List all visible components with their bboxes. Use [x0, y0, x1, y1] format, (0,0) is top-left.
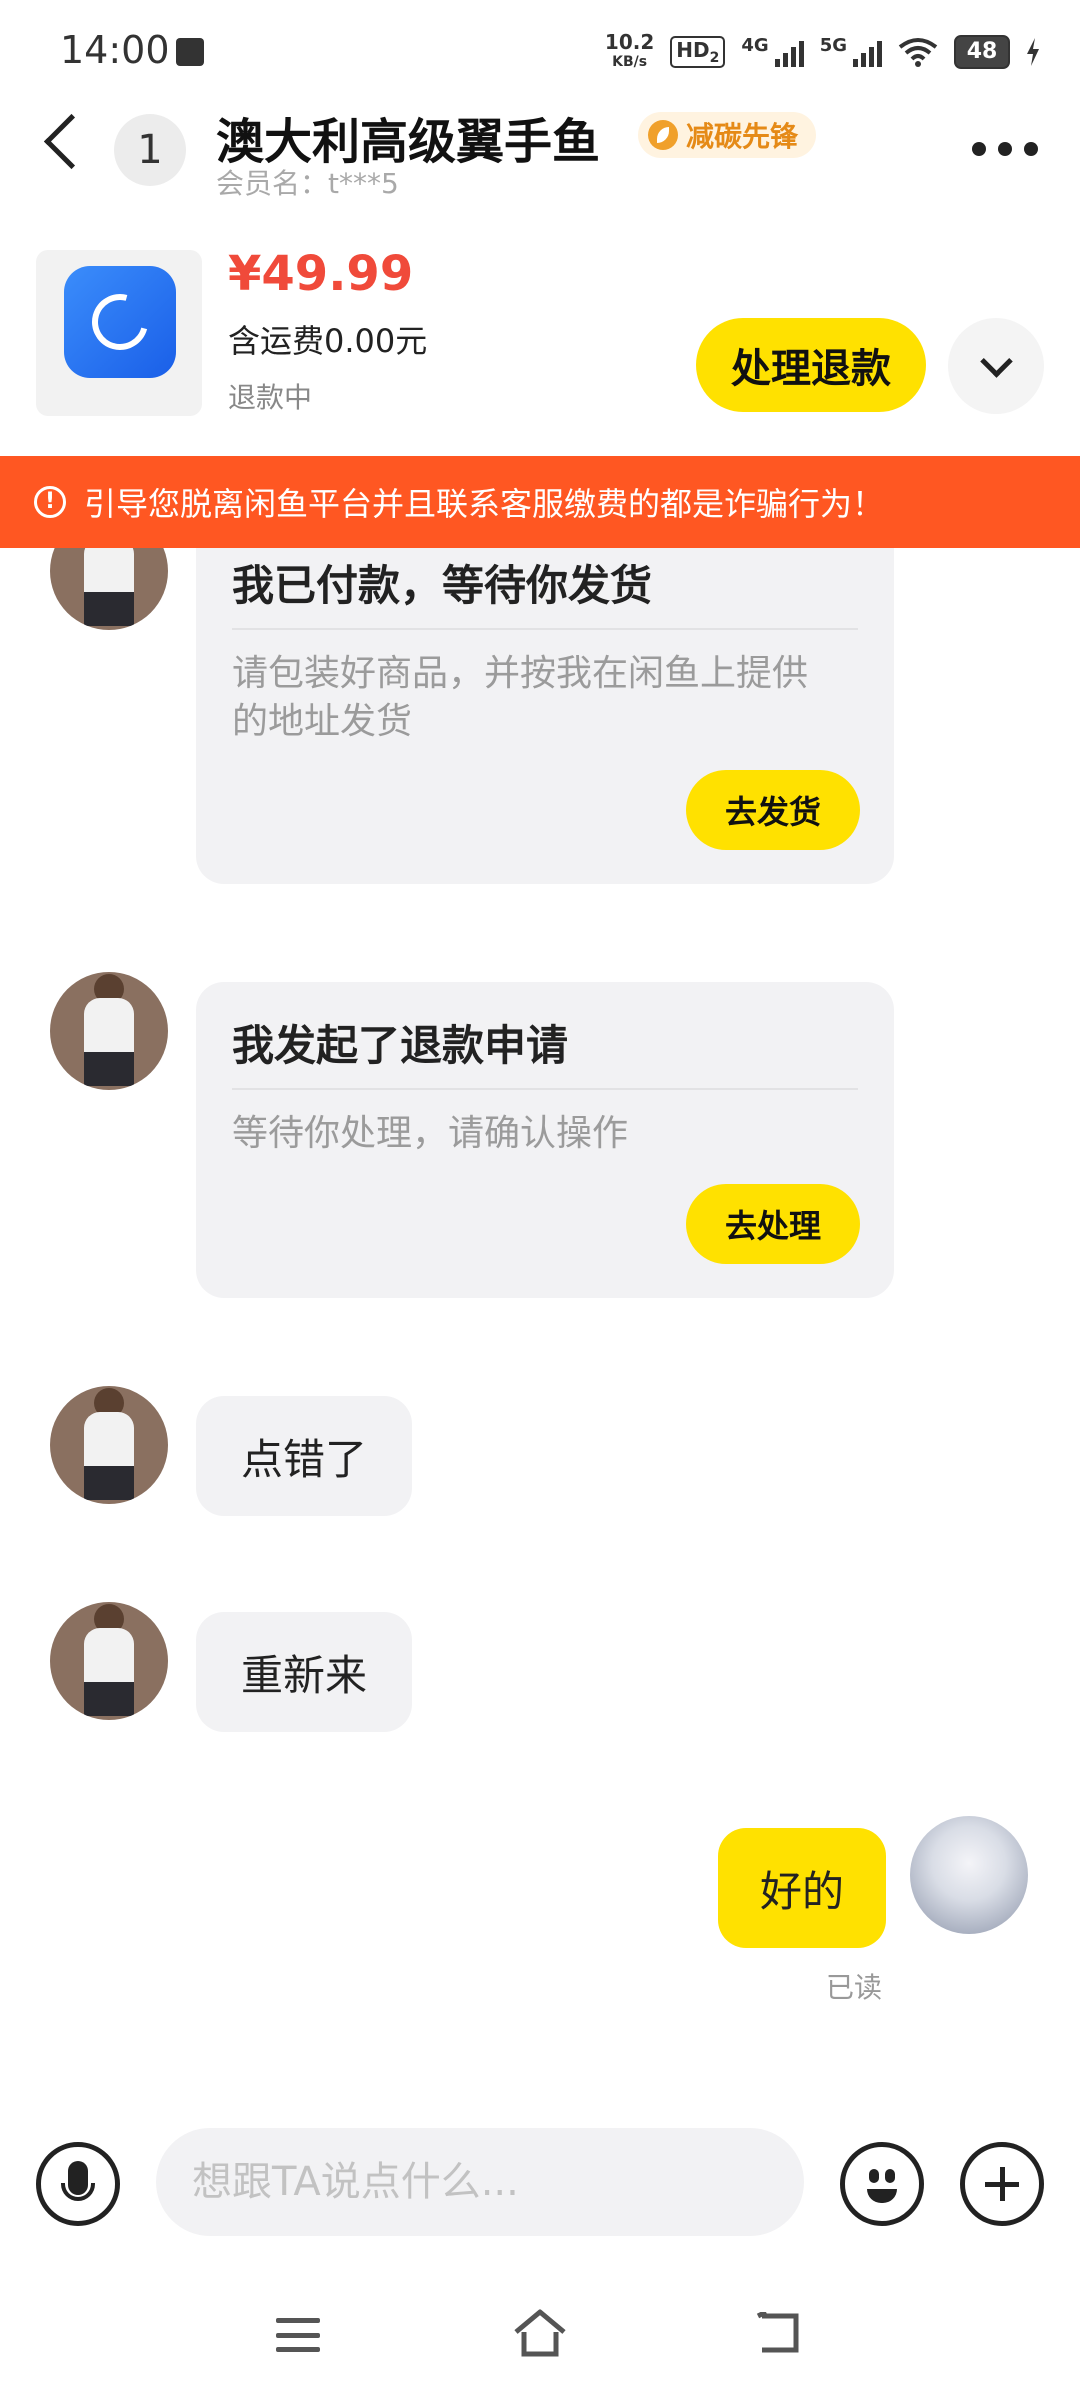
card-title: 我发起了退款申请 [232, 1021, 569, 1070]
sig1-label: 4G [741, 34, 769, 56]
refund-request-card: 我发起了退款申请 等待你处理，请确认操作 去处理 [196, 982, 894, 1298]
my-avatar[interactable] [910, 1816, 1028, 1934]
leaf-icon [648, 120, 678, 150]
product-app-icon [64, 266, 176, 378]
back-icon[interactable] [43, 113, 100, 170]
status-time: 14:00 [60, 28, 170, 72]
signal-5g-icon [853, 37, 882, 67]
home-icon[interactable] [512, 2308, 568, 2358]
card-text: 请包装好商品，并按我在闲鱼上提供的地址发货 [232, 653, 809, 742]
sig2-label: 5G [819, 34, 847, 56]
message-bubble: 重新来 [196, 1612, 412, 1732]
net-speed-unit: KB/s [612, 54, 648, 70]
hd-sub: 2 [709, 50, 720, 66]
notification-icon [176, 38, 204, 66]
card-divider [232, 1088, 858, 1090]
handle-refund-button[interactable]: 处理退款 [696, 318, 926, 412]
product-status: 退款中 [228, 381, 313, 414]
avatar[interactable] [50, 1602, 168, 1720]
avatar[interactable] [50, 1386, 168, 1504]
warning-text: 引导您脱离闲鱼平台并且联系客服缴费的都是诈骗行为！ [84, 485, 885, 523]
card-text: 等待你处理，请确认操作 [232, 1113, 629, 1154]
carbon-tag-label: 减碳先锋 [686, 120, 799, 153]
card-divider [232, 628, 858, 630]
product-price: ¥49.99 [228, 246, 414, 302]
back-nav-icon[interactable] [756, 2312, 804, 2356]
hd-icon: HD2 [670, 36, 726, 68]
process-button[interactable]: 去处理 [686, 1184, 860, 1264]
card-title: 我已付款，等待你发货 [232, 561, 653, 610]
carbon-tag[interactable]: 减碳先锋 [638, 112, 817, 158]
warning-icon: ! [34, 486, 66, 518]
emoji-icon[interactable] [840, 2142, 924, 2226]
signal-4g-icon [774, 37, 804, 67]
avatar[interactable] [50, 972, 168, 1090]
wifi-icon [898, 38, 938, 67]
hd-label: HD [676, 38, 710, 62]
expand-button[interactable] [948, 318, 1044, 414]
charging-icon [1027, 38, 1039, 66]
net-speed-value: 10.2 [604, 30, 655, 54]
unread-count-badge: 1 [114, 114, 186, 186]
product-shipping: 含运费0.00元 [228, 322, 428, 360]
chevron-down-icon [980, 345, 1013, 378]
fraud-warning-banner: ! 引导您脱离闲鱼平台并且联系客服缴费的都是诈骗行为！ [0, 456, 1080, 548]
ship-button[interactable]: 去发货 [686, 770, 860, 850]
net-speed: 10.2 KB/s [605, 32, 654, 72]
read-status: 已读 [826, 1971, 883, 2004]
my-message-bubble: 好的 [718, 1828, 886, 1948]
plus-icon[interactable] [960, 2142, 1044, 2226]
mic-icon[interactable] [36, 2142, 120, 2226]
status-icons: 10.2 KB/s HD2 4G 5G 48 [605, 30, 1040, 74]
battery-icon: 48 [954, 35, 1010, 69]
more-icon[interactable] [972, 142, 1038, 156]
message-input[interactable] [156, 2128, 804, 2236]
status-bar: 14:00 10.2 KB/s HD2 4G 5G 48 [0, 0, 1080, 100]
member-name: 会员名：t***5 [216, 167, 399, 200]
menu-icon[interactable] [276, 2318, 320, 2352]
message-bubble: 点错了 [196, 1396, 412, 1516]
